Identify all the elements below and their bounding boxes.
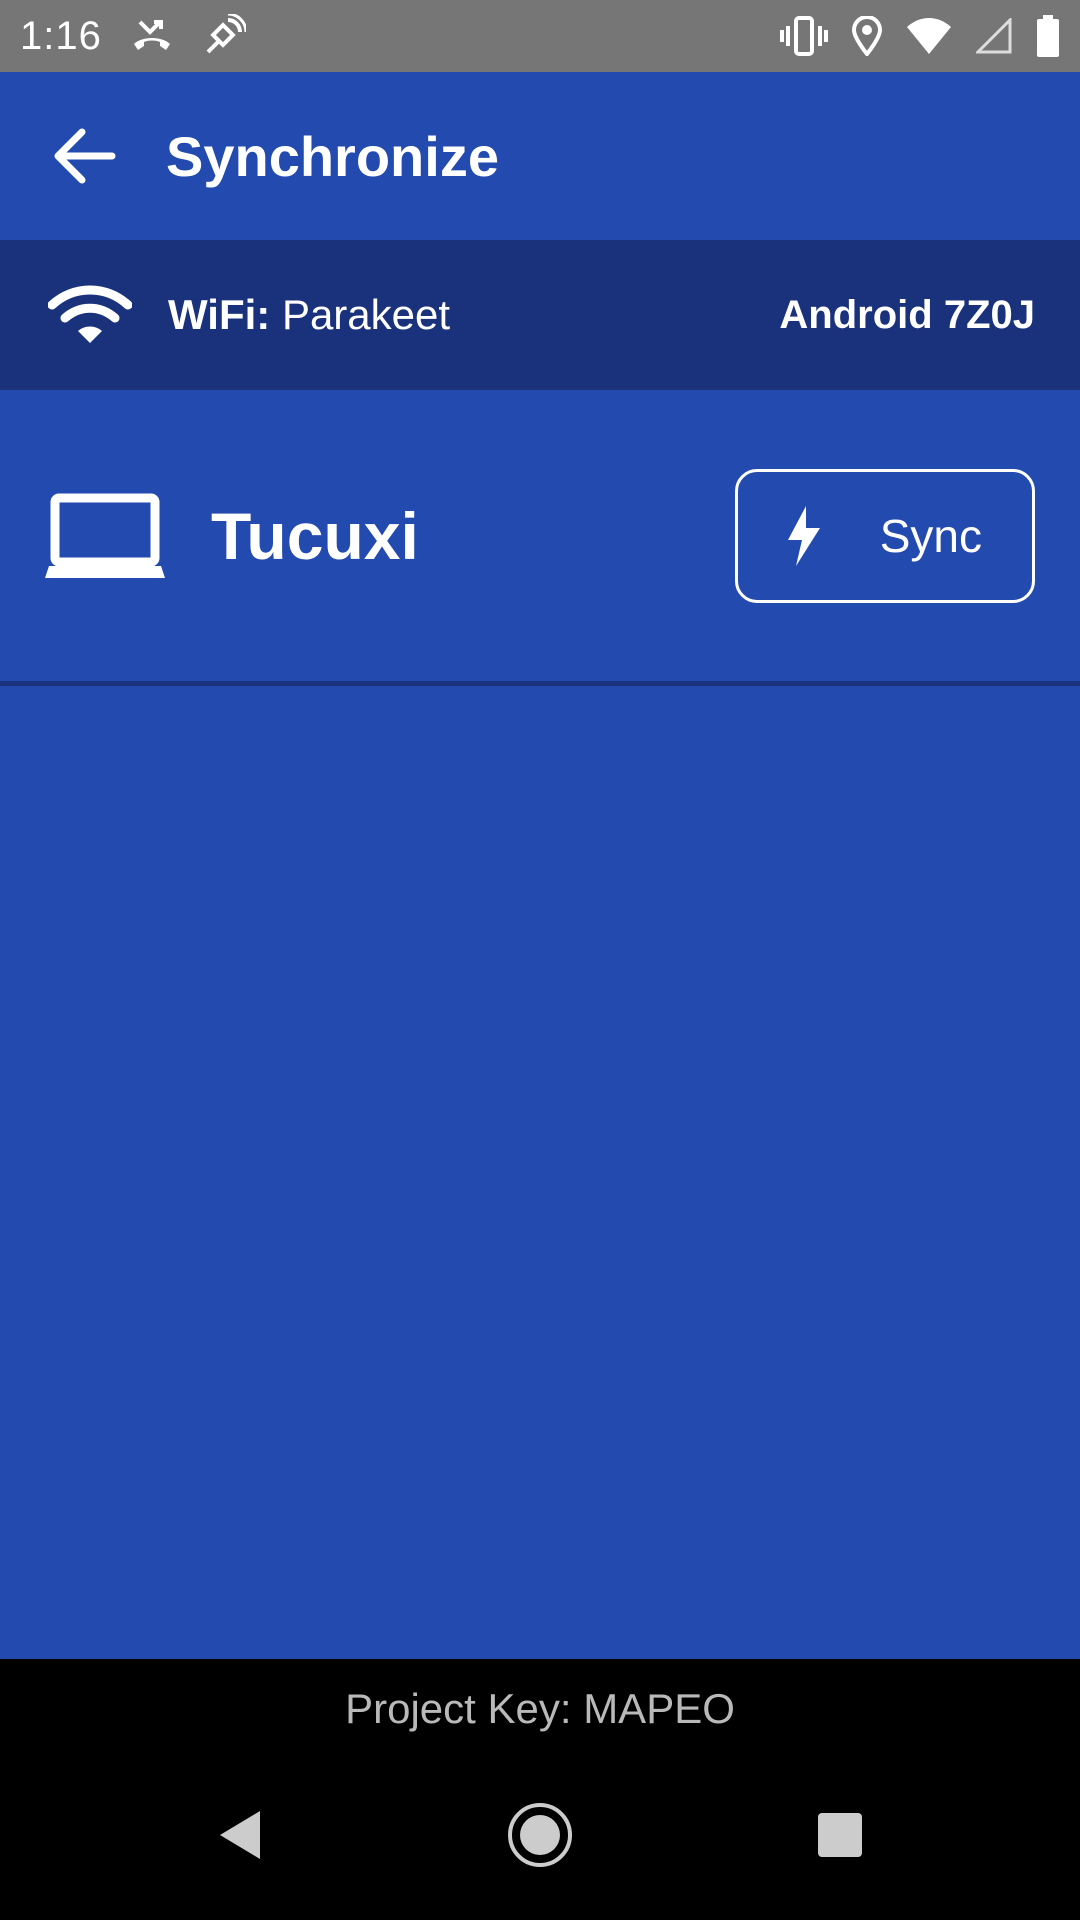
nav-recents-button[interactable] xyxy=(795,1790,885,1880)
vibrate-icon xyxy=(780,16,828,56)
missed-call-icon xyxy=(130,18,174,54)
sync-button[interactable]: Sync xyxy=(735,468,1035,603)
wifi-status: WiFi: Parakeet xyxy=(168,291,450,339)
cell-signal-icon xyxy=(976,18,1012,54)
status-bar: 1:16 xyxy=(0,0,1080,72)
app-bar: Synchronize xyxy=(0,72,1080,240)
recents-nav-icon xyxy=(816,1811,864,1859)
navigation-bar xyxy=(0,1759,1080,1920)
nav-home-button[interactable] xyxy=(495,1790,585,1880)
page-title: Synchronize xyxy=(166,124,499,188)
back-button[interactable] xyxy=(38,110,130,202)
status-time: 1:16 xyxy=(20,13,102,58)
home-nav-icon xyxy=(506,1801,574,1869)
status-right xyxy=(780,15,1060,57)
back-nav-icon xyxy=(216,1809,264,1861)
laptop-icon xyxy=(45,492,165,580)
device-name: Android 7Z0J xyxy=(779,292,1035,337)
status-left: 1:16 xyxy=(20,14,246,59)
connection-info-bar: WiFi: Parakeet Android 7Z0J xyxy=(0,240,1080,390)
footer: Project Key: MAPEO xyxy=(0,1659,1080,1759)
arrow-back-icon xyxy=(52,126,116,186)
wifi-icon xyxy=(48,285,132,345)
battery-icon xyxy=(1036,15,1060,57)
lightning-bolt-icon xyxy=(784,505,824,566)
project-key: Project Key: MAPEO xyxy=(345,1685,735,1732)
location-icon xyxy=(852,16,882,56)
satellite-icon xyxy=(202,14,246,58)
peer-name: Tucuxi xyxy=(211,498,419,573)
wifi-network-name: Parakeet xyxy=(281,291,451,338)
wifi-label: WiFi: xyxy=(168,291,271,338)
sync-button-label: Sync xyxy=(879,509,982,562)
nav-back-button[interactable] xyxy=(195,1790,285,1880)
wifi-signal-icon xyxy=(906,17,952,55)
peer-list-item: Tucuxi Sync xyxy=(0,390,1080,686)
